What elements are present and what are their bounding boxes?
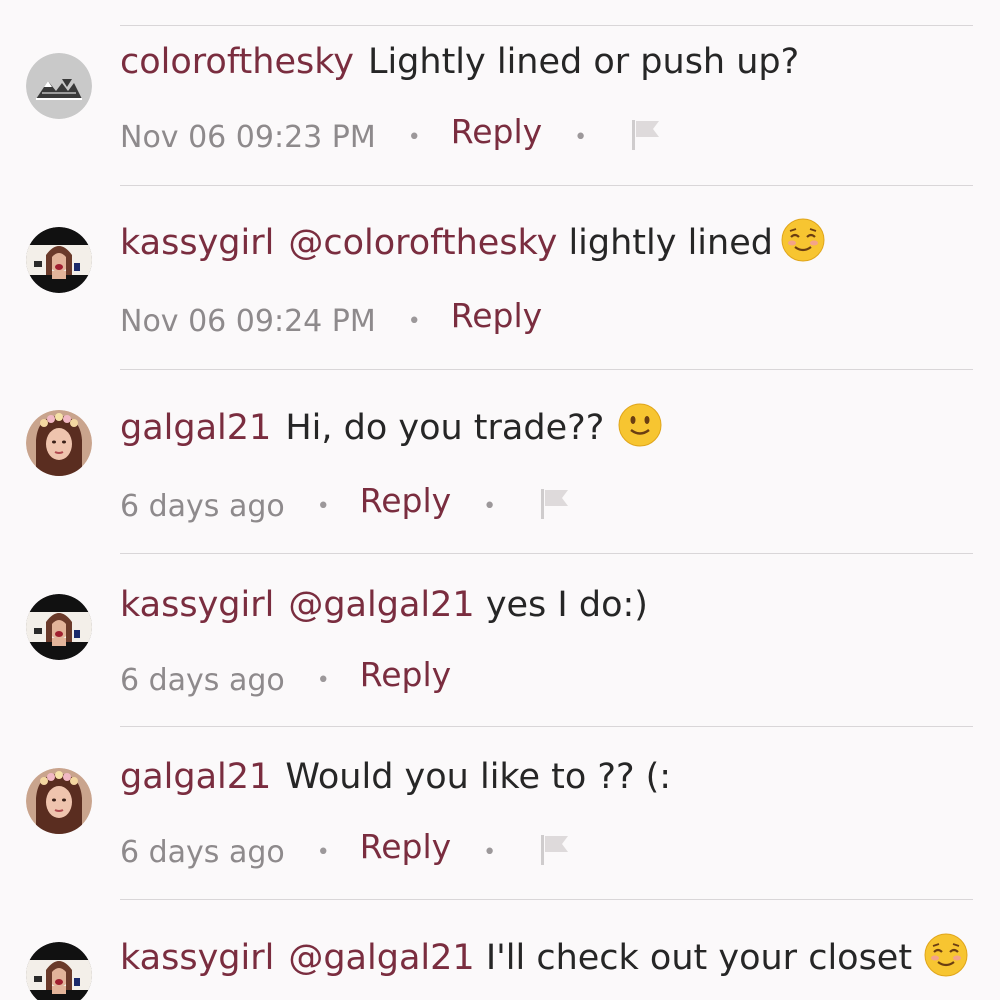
comment-line: colorofthesky Lightly lined or push up? bbox=[120, 40, 970, 84]
mention[interactable]: @colorofthesky bbox=[288, 223, 557, 263]
comment-text: Lightly lined or push up? bbox=[367, 42, 800, 82]
separator-dot: • bbox=[407, 125, 421, 150]
separator-dot: • bbox=[316, 840, 330, 865]
avatar[interactable] bbox=[26, 227, 92, 293]
reply-button[interactable]: Reply bbox=[360, 481, 451, 521]
separator-dot: • bbox=[483, 494, 497, 519]
timestamp: Nov 06 09:24 PM bbox=[120, 304, 376, 339]
galgal21-photo-icon bbox=[26, 768, 92, 834]
comment-meta: 6 days ago • Reply bbox=[120, 655, 451, 701]
comment-line: galgal21 Would you like to ?? (: bbox=[120, 755, 970, 799]
divider bbox=[120, 553, 973, 554]
comment-body: kassygirl @galgal21 I'll check out your c… bbox=[120, 933, 970, 980]
comment-text: lightly lined bbox=[568, 223, 773, 263]
avatar[interactable] bbox=[26, 594, 92, 660]
mention[interactable]: @galgal21 bbox=[288, 938, 474, 978]
comment-meta: Nov 06 09:24 PM • Reply bbox=[120, 296, 542, 342]
flag-icon[interactable] bbox=[538, 832, 572, 866]
avatar[interactable] bbox=[26, 410, 92, 476]
galgal21-photo-icon bbox=[26, 410, 92, 476]
relieved-face-icon bbox=[781, 218, 825, 262]
kassygirl-photo-icon bbox=[26, 942, 92, 1000]
avatar[interactable] bbox=[26, 53, 92, 119]
comment-line: kassygirl @galgal21 yes I do:) bbox=[120, 583, 970, 627]
comment-body: colorofthesky Lightly lined or push up? N… bbox=[120, 40, 970, 155]
timestamp: 6 days ago bbox=[120, 489, 285, 524]
comment-line: kassygirl @colorofthesky lightly lined bbox=[120, 218, 970, 265]
reply-button[interactable]: Reply bbox=[451, 112, 542, 152]
comment-text: Hi, do you trade?? bbox=[285, 408, 605, 448]
divider bbox=[120, 899, 973, 900]
comment-meta: 6 days ago • Reply • bbox=[120, 481, 572, 527]
timestamp: Nov 06 09:23 PM bbox=[120, 120, 376, 155]
username[interactable]: colorofthesky bbox=[120, 42, 354, 82]
avatar[interactable] bbox=[26, 942, 92, 1000]
separator-dot: • bbox=[574, 125, 588, 150]
username[interactable]: galgal21 bbox=[120, 757, 271, 797]
username[interactable]: galgal21 bbox=[120, 408, 271, 448]
kassygirl-photo-icon bbox=[26, 594, 92, 660]
reply-button[interactable]: Reply bbox=[360, 827, 451, 867]
comment-line: kassygirl @galgal21 I'll check out your c… bbox=[120, 933, 970, 980]
kassygirl-photo-icon bbox=[26, 227, 92, 293]
relieved-face-icon bbox=[924, 933, 968, 977]
divider bbox=[120, 369, 973, 370]
comment-text: yes I do:) bbox=[485, 585, 648, 625]
mountain-logo-icon bbox=[26, 53, 92, 119]
comment-body: kassygirl @galgal21 yes I do:) 6 days ago… bbox=[120, 583, 970, 698]
reply-button[interactable]: Reply bbox=[360, 655, 451, 695]
comment-text: I'll check out your closet bbox=[485, 938, 913, 978]
separator-dot: • bbox=[316, 668, 330, 693]
comment-line: galgal21 Hi, do you trade?? bbox=[120, 403, 970, 450]
username[interactable]: kassygirl bbox=[120, 223, 274, 263]
comment-body: galgal21 Would you like to ?? (: 6 days a… bbox=[120, 755, 970, 870]
separator-dot: • bbox=[407, 309, 421, 334]
username[interactable]: kassygirl bbox=[120, 585, 274, 625]
divider bbox=[120, 726, 973, 727]
separator-dot: • bbox=[316, 494, 330, 519]
slightly-smiling-face-icon bbox=[618, 403, 662, 447]
flag-icon[interactable] bbox=[538, 486, 572, 520]
comment-body: kassygirl @colorofthesky lightly lined No… bbox=[120, 218, 970, 339]
mention[interactable]: @galgal21 bbox=[288, 585, 474, 625]
username[interactable]: kassygirl bbox=[120, 938, 274, 978]
comment-body: galgal21 Hi, do you trade?? 6 days ago • … bbox=[120, 403, 970, 524]
comments-screen: colorofthesky Lightly lined or push up? N… bbox=[0, 0, 1000, 1000]
comment-meta: 6 days ago • Reply • bbox=[120, 827, 572, 873]
flag-icon[interactable] bbox=[629, 117, 663, 151]
divider bbox=[120, 185, 973, 186]
reply-button[interactable]: Reply bbox=[451, 296, 542, 336]
comment-meta: Nov 06 09:23 PM • Reply • bbox=[120, 112, 663, 158]
separator-dot: • bbox=[483, 840, 497, 865]
timestamp: 6 days ago bbox=[120, 663, 285, 698]
timestamp: 6 days ago bbox=[120, 835, 285, 870]
avatar[interactable] bbox=[26, 768, 92, 834]
comment-text: Would you like to ?? (: bbox=[285, 757, 672, 797]
divider bbox=[120, 25, 973, 26]
